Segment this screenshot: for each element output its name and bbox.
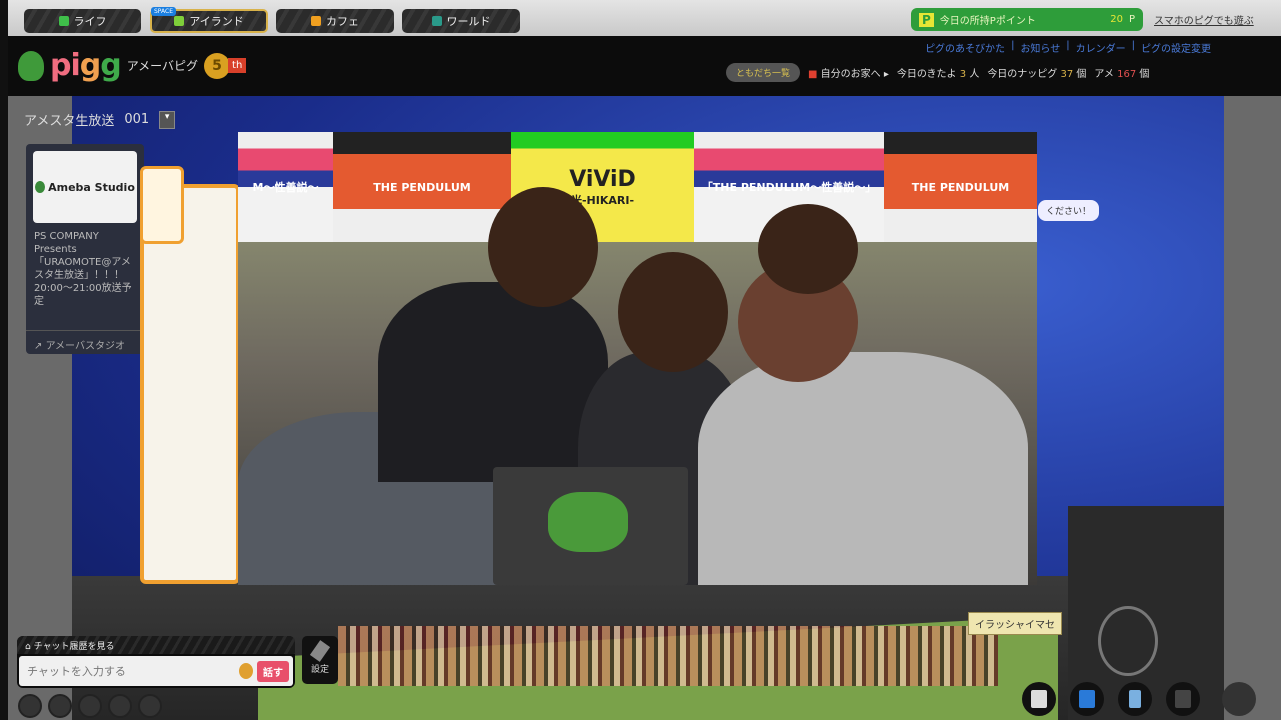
link-how-to-play[interactable]: ピグのあそびかた bbox=[925, 40, 1005, 55]
settings-button[interactable]: 設定 bbox=[302, 636, 338, 684]
studio-info-card: Ameba Studio PS COMPANY Presents「URAOMOT… bbox=[26, 144, 144, 354]
link-calendar[interactable]: カレンダー bbox=[1076, 40, 1126, 55]
leaf-icon bbox=[18, 50, 44, 81]
bag-tool-button[interactable] bbox=[1070, 682, 1104, 716]
avatar[interactable] bbox=[48, 694, 72, 718]
poster-wall: M〜性善説〜 THE PENDULUM ViViD 光-HIKARI- 「THE … bbox=[238, 132, 1037, 242]
house-icon: ■ bbox=[808, 69, 818, 80]
ameba-studio-link[interactable]: ↗ アメーバスタジオ bbox=[26, 330, 144, 358]
header-links: ピグのあそびかた | お知らせ | カレンダー | ピグの設定変更 bbox=[925, 40, 1211, 55]
ameba-studio-logo: Ameba Studio bbox=[33, 151, 137, 223]
bag-icon bbox=[1079, 690, 1095, 708]
avatar[interactable] bbox=[108, 694, 132, 718]
send-button[interactable]: 話す bbox=[257, 660, 289, 682]
thumbs-up-badge-icon[interactable] bbox=[140, 166, 184, 244]
cup-icon bbox=[311, 16, 321, 26]
tab-life[interactable]: ライフ bbox=[24, 9, 141, 33]
points-display[interactable]: P 今日の所持Pポイント 20 P bbox=[911, 8, 1143, 31]
poster: THE PENDULUM bbox=[884, 132, 1037, 242]
palm-tree-icon bbox=[174, 16, 185, 26]
notice-bubble: ください！ bbox=[1038, 200, 1100, 221]
pigg-logo-sticker bbox=[548, 492, 628, 552]
home-link[interactable]: ■ 自分のお家へ ▸ bbox=[808, 65, 889, 80]
tab-cafe[interactable]: カフェ bbox=[276, 9, 394, 33]
anniversary-ribbon: th bbox=[228, 58, 247, 73]
side-panel bbox=[140, 184, 240, 584]
broadcast-description: PS COMPANY Presents「URAOMOTE@アメスタ生放送」！！！… bbox=[34, 231, 132, 307]
chat-history-link[interactable]: ⌂ チャット履歴を見る bbox=[17, 636, 295, 654]
avatar[interactable] bbox=[18, 694, 42, 718]
poster: THE PENDULUM bbox=[333, 132, 511, 242]
phone-tool-button[interactable] bbox=[1118, 682, 1152, 716]
header-stats: ともだち一覧 ■ 自分のお家へ ▸ 今日のきたよ 3 人 今日のナッピグ 37 … bbox=[726, 63, 1149, 82]
room-dropdown-button[interactable]: ▾ bbox=[159, 110, 176, 129]
ame-stat: アメ 167 個 bbox=[1094, 69, 1150, 80]
cube-tool-button[interactable] bbox=[1022, 682, 1056, 716]
move-dpad[interactable] bbox=[1222, 682, 1256, 716]
friends-button[interactable]: ともだち一覧 bbox=[726, 63, 801, 82]
points-icon: P bbox=[919, 12, 934, 27]
chat-panel: ⌂ チャット履歴を見る 話す bbox=[17, 636, 295, 688]
header: pigg アメーバピグ 5 th ピグのあそびかた | お知らせ | カレンダー | … bbox=[8, 36, 1281, 96]
speaker-cone bbox=[1098, 606, 1158, 676]
smartphone-link[interactable]: スマホのピグでも遊ぶ bbox=[1154, 12, 1254, 27]
globe-icon bbox=[431, 16, 442, 26]
logo-text: pigg bbox=[50, 48, 122, 83]
visits-stat: 今日のきたよ 3 人 bbox=[896, 69, 980, 80]
shirt-icon bbox=[1175, 690, 1191, 708]
logo-subtitle: アメーバピグ bbox=[126, 59, 199, 73]
poster: M〜性善説〜 bbox=[238, 132, 333, 242]
new-badge: SPACE bbox=[151, 7, 177, 16]
wrench-icon bbox=[309, 640, 331, 662]
anniversary-medal: 5 bbox=[204, 52, 231, 79]
chat-input[interactable] bbox=[27, 664, 235, 678]
pigg-logo[interactable]: pigg アメーバピグ 5 th bbox=[18, 48, 247, 83]
cube-icon bbox=[1031, 690, 1047, 708]
room-title: アメスタ生放送 001 ▾ bbox=[24, 110, 176, 129]
video-people bbox=[238, 187, 1037, 585]
link-settings[interactable]: ピグの設定変更 bbox=[1141, 40, 1211, 55]
avatar[interactable] bbox=[78, 694, 102, 718]
link-news[interactable]: お知らせ bbox=[1020, 40, 1060, 55]
live-video[interactable]: M〜性善説〜 THE PENDULUM ViViD 光-HIKARI- 「THE … bbox=[238, 132, 1037, 585]
laptop bbox=[493, 467, 688, 585]
emoticon-icon[interactable] bbox=[239, 663, 253, 679]
top-nav-bar: ライフ SPACE アイランド カフェ ワールド P 今日の所持Pポイント 20 P … bbox=[0, 0, 1281, 36]
phone-icon bbox=[1129, 690, 1141, 708]
disabled-tool-button[interactable] bbox=[1166, 682, 1200, 716]
tab-world[interactable]: ワールド bbox=[402, 9, 520, 33]
friend-avatars bbox=[18, 694, 162, 718]
nappig-stat: 今日のナッピグ 37 個 bbox=[987, 69, 1087, 80]
avatar[interactable] bbox=[138, 694, 162, 718]
avatar-crowd[interactable] bbox=[338, 626, 998, 686]
speech-bubble: イラッシャイマセ bbox=[968, 612, 1062, 635]
room-stage[interactable]: アメスタ生放送 001 ▾ Ameba Studio PS COMPANY Pres… bbox=[8, 96, 1281, 720]
sprout-icon bbox=[58, 16, 69, 26]
